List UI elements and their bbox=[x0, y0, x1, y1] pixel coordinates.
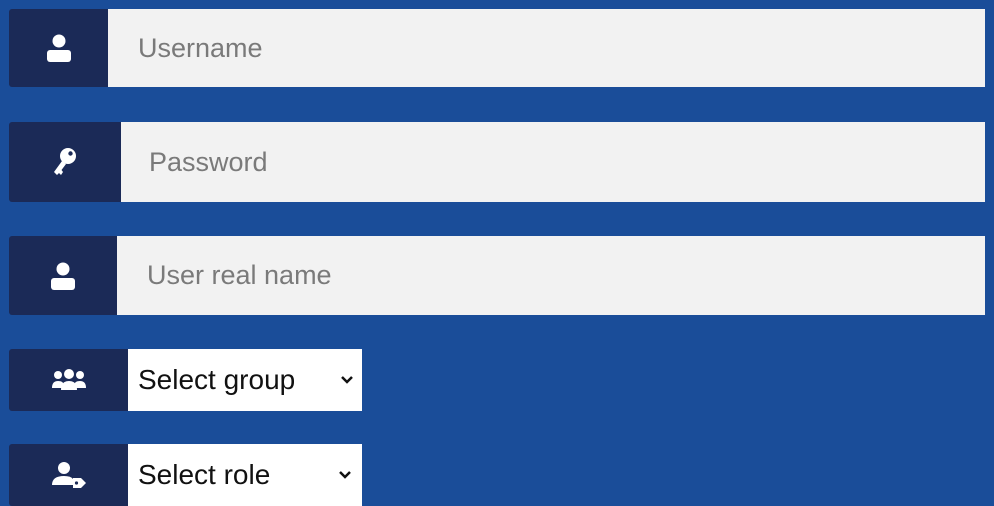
password-icon-box bbox=[9, 122, 121, 202]
role-select-value: Select role bbox=[138, 459, 271, 490]
group-row: Select group bbox=[9, 349, 362, 411]
chevron-down-icon bbox=[341, 376, 353, 384]
chevron-down-icon bbox=[339, 471, 351, 479]
username-row bbox=[9, 9, 985, 87]
group-select-value: Select group bbox=[138, 364, 296, 395]
user-icon bbox=[51, 262, 75, 290]
key-icon bbox=[54, 148, 76, 175]
role-row: Select role bbox=[9, 444, 362, 506]
username-icon-box bbox=[9, 9, 108, 87]
realname-input[interactable] bbox=[117, 236, 985, 315]
role-icon-box bbox=[9, 444, 128, 506]
group-select[interactable]: Select group bbox=[128, 349, 362, 411]
role-select[interactable]: Select role bbox=[128, 444, 362, 506]
users-group-icon bbox=[51, 369, 86, 390]
username-input[interactable] bbox=[108, 9, 985, 87]
realname-row bbox=[9, 236, 985, 315]
user-tag-icon bbox=[51, 462, 86, 488]
password-input[interactable] bbox=[121, 122, 985, 202]
user-icon bbox=[46, 34, 71, 62]
realname-icon-box bbox=[9, 236, 117, 315]
group-icon-box bbox=[9, 349, 128, 411]
password-row bbox=[9, 122, 985, 202]
